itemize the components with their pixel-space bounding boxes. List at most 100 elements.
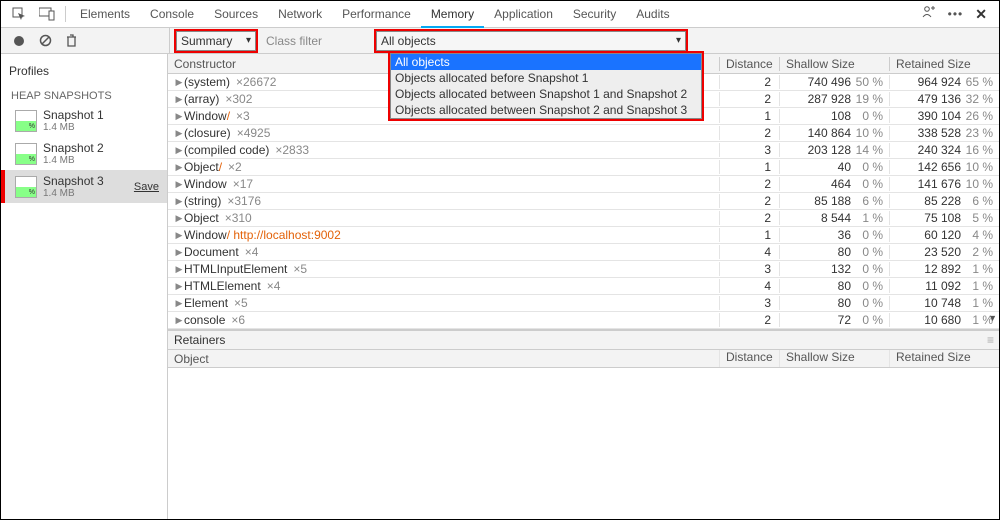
cell-shallow-pct: 1 % bbox=[855, 211, 889, 225]
expand-icon[interactable]: ▶ bbox=[174, 94, 184, 105]
snapshot-icon: % bbox=[15, 110, 37, 132]
cell-distance: 3 bbox=[719, 262, 779, 276]
expand-icon[interactable]: ▶ bbox=[174, 162, 184, 173]
constructor-suffix: / bbox=[219, 160, 222, 174]
table-row[interactable]: ▶(string)×3176285 1886 %85 2286 % bbox=[168, 193, 999, 210]
expand-icon[interactable]: ▶ bbox=[174, 196, 184, 207]
allocation-filter-select[interactable]: All objects bbox=[376, 31, 686, 51]
retainers-title: Retainers bbox=[174, 333, 225, 347]
retainers-col-shallow[interactable]: Shallow Size bbox=[779, 350, 889, 367]
tab-audits[interactable]: Audits bbox=[626, 1, 679, 28]
table-row[interactable]: ▶Object / ×21400 %142 65610 % bbox=[168, 159, 999, 176]
expand-icon[interactable]: ▶ bbox=[174, 145, 184, 156]
more-icon[interactable]: ••• bbox=[948, 7, 964, 21]
cell-shallow-pct: 19 % bbox=[855, 92, 889, 106]
snapshot-size: 1.4 MB bbox=[43, 188, 104, 199]
scroll-down-icon[interactable]: ▼ bbox=[988, 313, 997, 323]
expand-icon[interactable]: ▶ bbox=[174, 128, 184, 139]
tab-console[interactable]: Console bbox=[140, 1, 204, 28]
save-link[interactable]: Save bbox=[134, 181, 159, 193]
cell-retained: 10 680 bbox=[890, 313, 965, 327]
drag-handle-icon[interactable]: ≡ bbox=[987, 333, 993, 347]
cell-retained-pct: 10 % bbox=[965, 160, 999, 174]
cell-shallow: 108 bbox=[780, 109, 855, 123]
cell-distance: 4 bbox=[719, 245, 779, 259]
settings-user-icon[interactable] bbox=[921, 5, 936, 23]
expand-icon[interactable]: ▶ bbox=[174, 77, 184, 88]
cell-retained-pct: 4 % bbox=[965, 228, 999, 242]
snapshot-item[interactable]: %Snapshot 31.4 MBSave bbox=[1, 170, 167, 203]
tab-security[interactable]: Security bbox=[563, 1, 626, 28]
record-icon[interactable] bbox=[9, 31, 29, 51]
constructor-name: Element bbox=[184, 296, 228, 310]
expand-icon[interactable]: ▶ bbox=[174, 247, 184, 258]
cell-retained: 141 676 bbox=[890, 177, 965, 191]
table-row[interactable]: ▶Element×53800 %10 7481 % bbox=[168, 295, 999, 312]
cell-retained-pct: 6 % bbox=[965, 194, 999, 208]
expand-icon[interactable]: ▶ bbox=[174, 230, 184, 241]
tab-memory[interactable]: Memory bbox=[421, 1, 484, 28]
expand-icon[interactable]: ▶ bbox=[174, 179, 184, 190]
cell-retained: 142 656 bbox=[890, 160, 965, 174]
constructor-name: (compiled code) bbox=[184, 143, 269, 157]
cell-retained-pct: 2 % bbox=[965, 245, 999, 259]
expand-icon[interactable]: ▶ bbox=[174, 298, 184, 309]
tab-elements[interactable]: Elements bbox=[70, 1, 140, 28]
heap-content: Constructor Distance Shallow Size Retain… bbox=[168, 54, 999, 519]
retainers-col-retained[interactable]: Retained Size bbox=[889, 350, 999, 367]
inspect-icon[interactable] bbox=[9, 4, 29, 24]
memory-toolbar: Summary Class filter All objects All obj… bbox=[1, 28, 999, 54]
constructor-count: ×4 bbox=[267, 279, 281, 293]
expand-icon[interactable]: ▶ bbox=[174, 111, 184, 122]
constructor-name: Document bbox=[184, 245, 239, 259]
filter-option[interactable]: Objects allocated before Snapshot 1 bbox=[391, 70, 701, 86]
table-row[interactable]: ▶Window×1724640 %141 67610 % bbox=[168, 176, 999, 193]
expand-icon[interactable]: ▶ bbox=[174, 264, 184, 275]
delete-icon[interactable] bbox=[61, 31, 81, 51]
retainers-header[interactable]: Retainers ≡ bbox=[168, 330, 999, 350]
expand-icon[interactable]: ▶ bbox=[174, 281, 184, 292]
table-row[interactable]: ▶Window / http://localhost:90021360 %60 … bbox=[168, 227, 999, 244]
snapshot-item[interactable]: %Snapshot 21.4 MB bbox=[1, 137, 167, 170]
snapshot-item[interactable]: %Snapshot 11.4 MB bbox=[1, 104, 167, 137]
filter-option[interactable]: All objects bbox=[391, 54, 701, 70]
table-row[interactable]: ▶Document×44800 %23 5202 % bbox=[168, 244, 999, 261]
col-shallow[interactable]: Shallow Size bbox=[779, 57, 889, 71]
tab-sources[interactable]: Sources bbox=[204, 1, 268, 28]
sidebar-title: Profiles bbox=[1, 60, 167, 82]
constructor-suffix: / bbox=[227, 109, 230, 123]
cell-retained: 85 228 bbox=[890, 194, 965, 208]
clear-icon[interactable] bbox=[35, 31, 55, 51]
filter-option[interactable]: Objects allocated between Snapshot 2 and… bbox=[391, 102, 701, 118]
tab-application[interactable]: Application bbox=[484, 1, 563, 28]
filter-option[interactable]: Objects allocated between Snapshot 1 and… bbox=[391, 86, 701, 102]
cell-retained: 23 520 bbox=[890, 245, 965, 259]
expand-icon[interactable]: ▶ bbox=[174, 213, 184, 224]
table-row[interactable]: ▶(closure)×49252140 86410 %338 52823 % bbox=[168, 125, 999, 142]
table-row[interactable]: ▶(compiled code)×28333203 12814 %240 324… bbox=[168, 142, 999, 159]
tab-performance[interactable]: Performance bbox=[332, 1, 421, 28]
table-row[interactable]: ▶console×62720 %10 6801 %▼ bbox=[168, 312, 999, 329]
device-toggle-icon[interactable] bbox=[37, 4, 57, 24]
tab-network[interactable]: Network bbox=[268, 1, 332, 28]
retainers-col-object[interactable]: Object bbox=[168, 350, 719, 367]
cell-shallow: 80 bbox=[780, 296, 855, 310]
table-row[interactable]: ▶HTMLElement×44800 %11 0921 % bbox=[168, 278, 999, 295]
cell-retained-pct: 1 % bbox=[965, 279, 999, 293]
retainers-col-distance[interactable]: Distance bbox=[719, 350, 779, 367]
table-row[interactable]: ▶HTMLInputElement×531320 %12 8921 % bbox=[168, 261, 999, 278]
constructor-name: (string) bbox=[184, 194, 221, 208]
cell-retained-pct: 32 % bbox=[965, 92, 999, 106]
col-distance[interactable]: Distance bbox=[719, 57, 779, 71]
col-retained[interactable]: Retained Size bbox=[889, 57, 999, 71]
allocation-filter-label: All objects bbox=[381, 34, 436, 48]
cell-shallow-pct: 6 % bbox=[855, 194, 889, 208]
expand-icon[interactable]: ▶ bbox=[174, 315, 184, 326]
close-icon[interactable]: ✕ bbox=[975, 6, 987, 23]
view-select[interactable]: Summary bbox=[176, 31, 256, 51]
table-row[interactable]: ▶Object×31028 5441 %75 1085 % bbox=[168, 210, 999, 227]
cell-distance: 2 bbox=[719, 75, 779, 89]
cell-shallow-pct: 0 % bbox=[855, 109, 889, 123]
constructor-name: HTMLElement bbox=[184, 279, 261, 293]
class-filter-input[interactable]: Class filter bbox=[266, 34, 322, 48]
